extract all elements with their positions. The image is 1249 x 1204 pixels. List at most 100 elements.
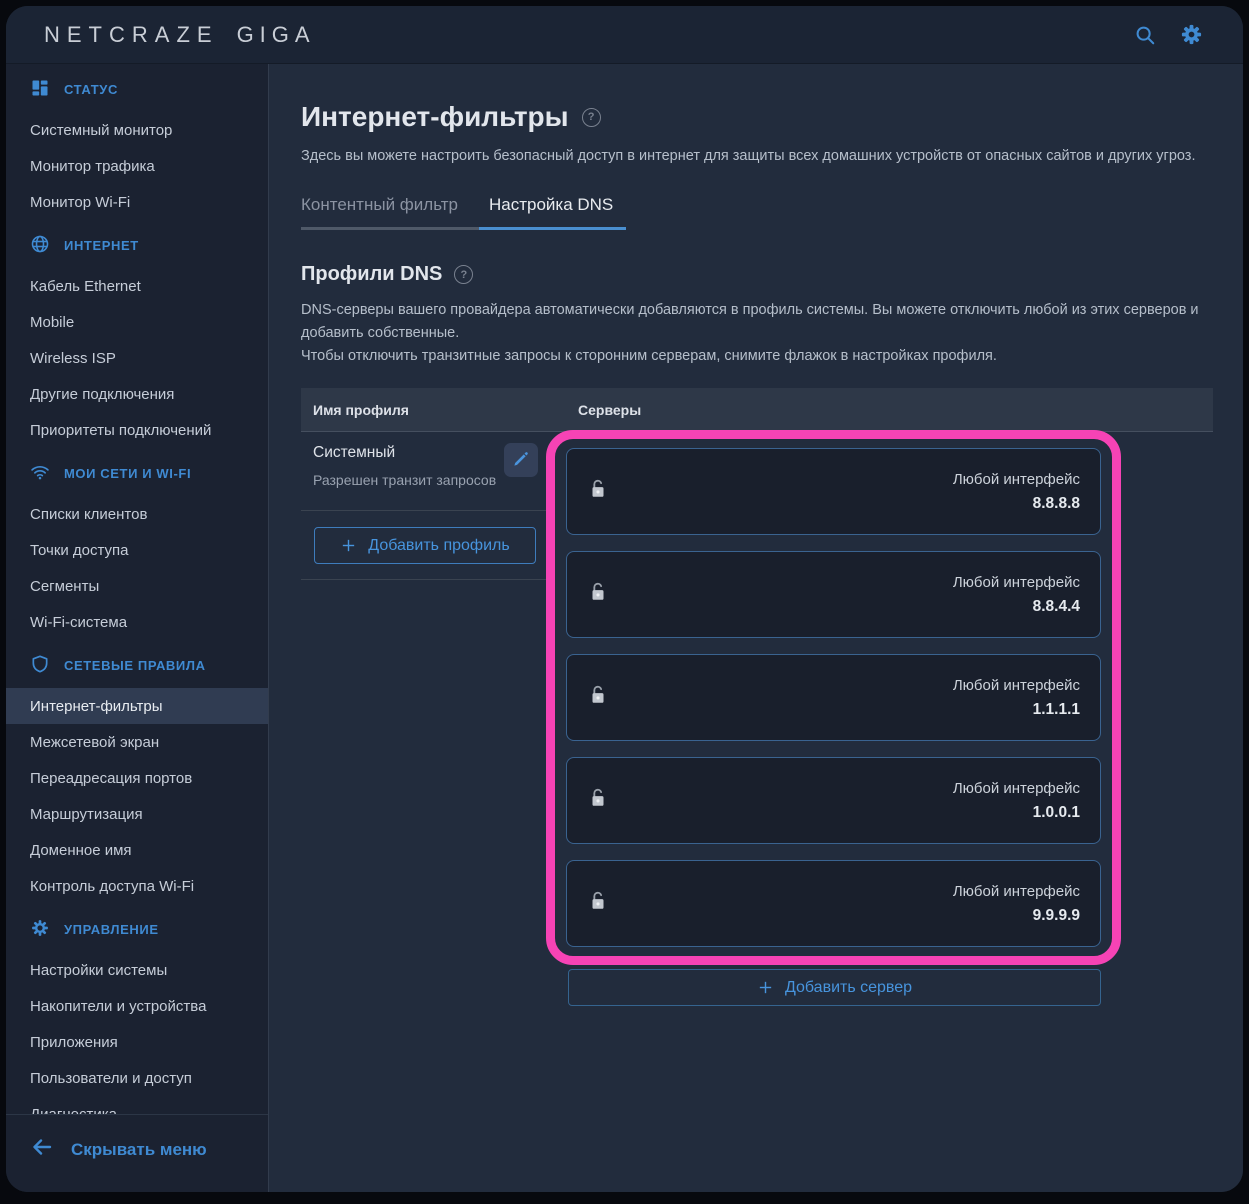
servers-column: Любой интерфейс 8.8.8.8 bbox=[546, 432, 1213, 1006]
gear-outline-icon bbox=[30, 918, 50, 941]
server-interface: Любой интерфейс bbox=[953, 883, 1080, 900]
sidebar-item-access-points[interactable]: Точки доступа bbox=[6, 532, 268, 568]
dns-server-card[interactable]: Любой интерфейс 9.9.9.9 bbox=[566, 860, 1101, 947]
server-ip: 9.9.9.9 bbox=[953, 907, 1080, 925]
sidebar-section-my-networks: МОИ СЕТИ И WI-FI bbox=[6, 455, 268, 491]
server-ip: 8.8.8.8 bbox=[953, 495, 1080, 513]
sidebar-item-port-forwarding[interactable]: Переадресация портов bbox=[6, 760, 268, 796]
table-header-row: Имя профиля Серверы bbox=[301, 388, 1213, 432]
description-line: Чтобы отключить транзитные запросы к сто… bbox=[301, 345, 1206, 368]
sidebar-section-management: УПРАВЛЕНИЕ bbox=[6, 911, 268, 947]
arrow-left-icon bbox=[30, 1135, 54, 1164]
edit-profile-button[interactable] bbox=[504, 443, 538, 477]
server-interface: Любой интерфейс bbox=[953, 780, 1080, 797]
dns-server-card[interactable]: Любой интерфейс 8.8.4.4 bbox=[566, 551, 1101, 638]
sidebar-item-system-monitor[interactable]: Системный монитор bbox=[6, 112, 268, 148]
help-icon[interactable]: ? bbox=[454, 265, 473, 284]
dns-profiles-table: Имя профиля Серверы Системный Разрешен т… bbox=[301, 388, 1213, 1006]
sidebar-item-wireless-isp[interactable]: Wireless ISP bbox=[6, 340, 268, 376]
sidebar-section-label: УПРАВЛЕНИЕ bbox=[64, 922, 159, 937]
sidebar-section-label: ИНТЕРНЕТ bbox=[64, 238, 139, 253]
dns-profiles-title: Профили DNS bbox=[301, 263, 442, 286]
server-ip: 1.0.0.1 bbox=[953, 804, 1080, 822]
server-interface: Любой интерфейс bbox=[953, 574, 1080, 591]
main-content: Интернет-фильтры ? Здесь вы можете настр… bbox=[269, 64, 1243, 1192]
sidebar-item-storage-devices[interactable]: Накопители и устройства bbox=[6, 988, 268, 1024]
pencil-icon bbox=[512, 450, 530, 471]
brand-model: GIGA bbox=[237, 22, 316, 48]
sidebar-item-diagnostics[interactable]: Диагностика bbox=[6, 1096, 268, 1114]
app-window: NETCRAZE GIGA bbox=[6, 6, 1243, 1192]
server-ip: 8.8.4.4 bbox=[953, 598, 1080, 616]
column-header-servers: Серверы bbox=[558, 402, 641, 418]
dns-server-card[interactable]: Любой интерфейс 8.8.8.8 bbox=[566, 448, 1101, 535]
sidebar-item-mobile[interactable]: Mobile bbox=[6, 304, 268, 340]
collapse-menu-button[interactable]: Скрывать меню bbox=[6, 1114, 268, 1192]
sidebar-item-connection-priorities[interactable]: Приоритеты подключений bbox=[6, 412, 268, 448]
tab-bar: Контентный фильтр Настройка DNS bbox=[301, 195, 1210, 230]
server-interface: Любой интерфейс bbox=[953, 677, 1080, 694]
unlock-icon bbox=[587, 581, 609, 608]
topbar-actions bbox=[1133, 23, 1203, 47]
help-icon[interactable]: ? bbox=[582, 108, 601, 127]
sidebar-item-domain-name[interactable]: Доменное имя bbox=[6, 832, 268, 868]
sidebar-section-label: СЕТЕВЫЕ ПРАВИЛА bbox=[64, 658, 206, 673]
sidebar-item-routing[interactable]: Маршрутизация bbox=[6, 796, 268, 832]
search-icon[interactable] bbox=[1133, 23, 1157, 47]
sidebar-section-label: МОИ СЕТИ И WI-FI bbox=[64, 466, 191, 481]
add-profile-label: Добавить профиль bbox=[368, 537, 509, 555]
divider bbox=[301, 579, 546, 580]
server-ip: 1.1.1.1 bbox=[953, 701, 1080, 719]
sidebar-item-traffic-monitor[interactable]: Монитор трафика bbox=[6, 148, 268, 184]
sidebar-item-client-lists[interactable]: Списки клиентов bbox=[6, 496, 268, 532]
sidebar-section-status: СТАТУС bbox=[6, 71, 268, 107]
dns-server-card[interactable]: Любой интерфейс 1.0.0.1 bbox=[566, 757, 1101, 844]
dashboard-icon bbox=[30, 78, 50, 101]
annotation-highlight-box: Любой интерфейс 8.8.8.8 bbox=[546, 430, 1121, 965]
description-line: DNS-серверы вашего провайдера автоматиче… bbox=[301, 299, 1206, 345]
gear-icon[interactable] bbox=[1179, 23, 1203, 47]
tab-dns-settings[interactable]: Настройка DNS bbox=[479, 195, 626, 230]
dns-profiles-description: DNS-серверы вашего провайдера автоматиче… bbox=[301, 299, 1206, 368]
sidebar-item-wifi-access-control[interactable]: Контроль доступа Wi-Fi bbox=[6, 868, 268, 904]
plus-icon bbox=[340, 537, 357, 554]
page-subtitle: Здесь вы можете настроить безопасный дос… bbox=[301, 148, 1210, 164]
unlock-icon bbox=[587, 684, 609, 711]
sidebar-item-segments[interactable]: Сегменты bbox=[6, 568, 268, 604]
brand-logo: NETCRAZE GIGA bbox=[44, 22, 316, 48]
sidebar: СТАТУС Системный монитор Монитор трафика… bbox=[6, 64, 269, 1192]
add-server-label: Добавить сервер bbox=[785, 979, 912, 997]
server-interface: Любой интерфейс bbox=[953, 471, 1080, 488]
sidebar-section-network-rules: СЕТЕВЫЕ ПРАВИЛА bbox=[6, 647, 268, 683]
sidebar-section-label: СТАТУС bbox=[64, 82, 118, 97]
sidebar-item-firewall[interactable]: Межсетевой экран bbox=[6, 724, 268, 760]
sidebar-item-applications[interactable]: Приложения bbox=[6, 1024, 268, 1060]
sidebar-section-internet: ИНТЕРНЕТ bbox=[6, 227, 268, 263]
shield-icon bbox=[30, 654, 50, 677]
wifi-icon bbox=[30, 462, 50, 485]
brand-name: NETCRAZE bbox=[44, 22, 219, 48]
collapse-menu-label: Скрывать меню bbox=[71, 1140, 207, 1160]
sidebar-item-wifi-system[interactable]: Wi-Fi-система bbox=[6, 604, 268, 640]
page-title: Интернет-фильтры bbox=[301, 101, 569, 133]
sidebar-item-users-access[interactable]: Пользователи и доступ bbox=[6, 1060, 268, 1096]
sidebar-item-ethernet[interactable]: Кабель Ethernet bbox=[6, 268, 268, 304]
sidebar-item-system-settings[interactable]: Настройки системы bbox=[6, 952, 268, 988]
plus-icon bbox=[757, 979, 774, 996]
unlock-icon bbox=[587, 890, 609, 917]
sidebar-item-other-connections[interactable]: Другие подключения bbox=[6, 376, 268, 412]
tab-content-filter[interactable]: Контентный фильтр bbox=[301, 195, 479, 230]
dns-server-card[interactable]: Любой интерфейс 1.1.1.1 bbox=[566, 654, 1101, 741]
topbar: NETCRAZE GIGA bbox=[6, 6, 1243, 64]
sidebar-nav: СТАТУС Системный монитор Монитор трафика… bbox=[6, 64, 268, 1114]
profile-row-system: Системный Разрешен транзит запросов bbox=[301, 432, 546, 511]
sidebar-item-internet-filters[interactable]: Интернет-фильтры bbox=[6, 688, 268, 724]
unlock-icon bbox=[587, 787, 609, 814]
unlock-icon bbox=[587, 478, 609, 505]
add-server-button[interactable]: Добавить сервер bbox=[568, 969, 1101, 1006]
add-profile-button[interactable]: Добавить профиль bbox=[314, 527, 536, 564]
globe-icon bbox=[30, 234, 50, 257]
profile-column: Системный Разрешен транзит запросов bbox=[301, 432, 546, 580]
sidebar-item-wifi-monitor[interactable]: Монитор Wi-Fi bbox=[6, 184, 268, 220]
column-header-profile-name: Имя профиля bbox=[301, 402, 558, 418]
